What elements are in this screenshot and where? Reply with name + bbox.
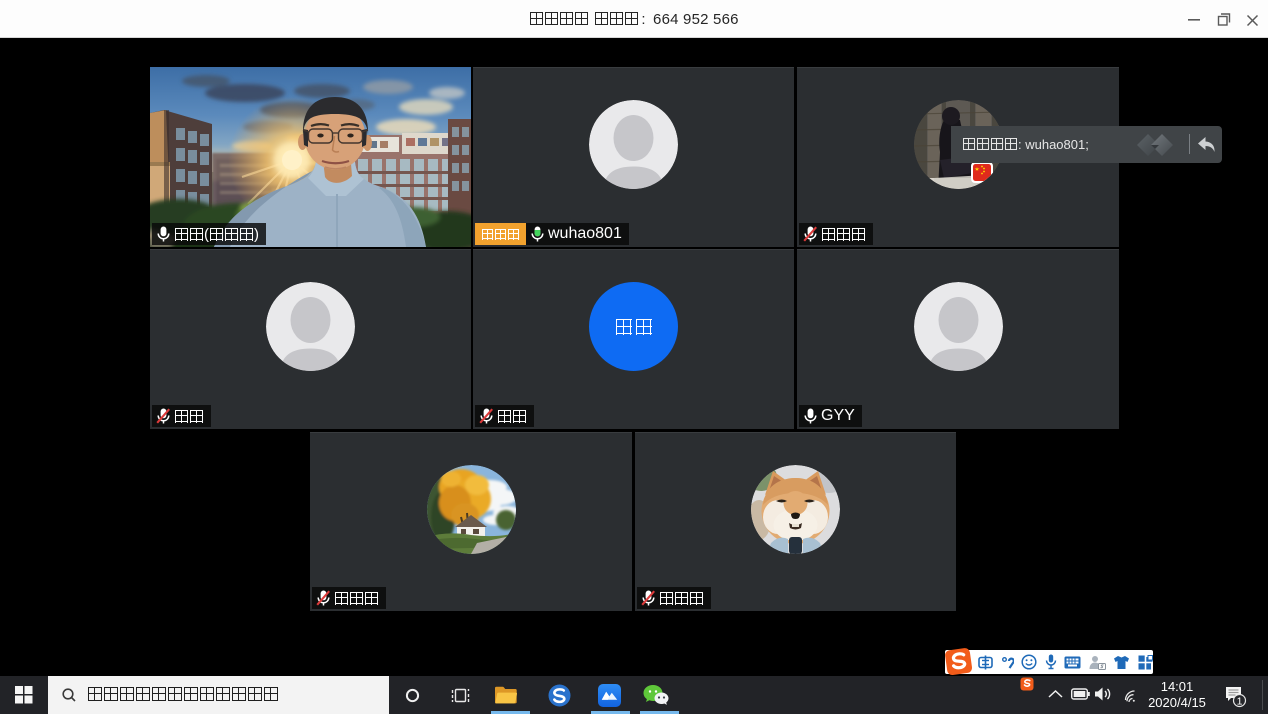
svg-text:1: 1 <box>1237 696 1243 708</box>
